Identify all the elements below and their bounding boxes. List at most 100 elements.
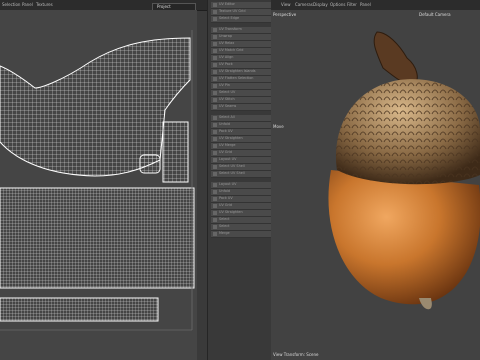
tool-item-icon [213, 225, 217, 229]
vp-menu-cameras[interactable]: Cameras [295, 2, 313, 7]
tool-list-item[interactable]: Unwrap [211, 34, 271, 41]
tool-list-item[interactable]: Pack UV [211, 196, 271, 203]
uv-shell-large [0, 187, 195, 289]
project-select-label: Project [157, 4, 171, 9]
tool-list-item[interactable]: UV Straighten [211, 210, 271, 217]
menu-item-textures[interactable]: Textures [36, 2, 53, 7]
tool-item-label: UV Merge [219, 143, 236, 147]
acorn-model [328, 31, 480, 310]
tool-item-icon [213, 49, 217, 53]
tool-item-icon [213, 165, 217, 169]
tool-item-label: UV Pack [219, 62, 233, 66]
tool-list-item[interactable]: Select UV [211, 90, 271, 97]
tool-item-icon [213, 28, 217, 32]
vp-menu-display[interactable]: Display [313, 2, 328, 7]
tool-list-item[interactable]: UV Editor [211, 2, 271, 9]
tool-item-label: UV Grid [219, 203, 232, 207]
tool-list-item[interactable]: Texture UV Grid [211, 9, 271, 16]
tool-list-item[interactable]: Pack UV [211, 129, 271, 136]
tool-list-item[interactable]: Select All [211, 115, 271, 122]
tool-list-panel: UV Editor Texture UV Grid Select Edge UV Tr… [207, 0, 273, 360]
tool-item-label: Layout UV [219, 157, 237, 161]
menu-item-selection[interactable]: Selection [2, 2, 20, 7]
tool-item-icon [213, 98, 217, 102]
tool-item-label: UV Align [219, 55, 234, 59]
tool-item-label: Select Edge [219, 16, 240, 20]
tool-item-icon [213, 70, 217, 74]
tool-list-item[interactable]: Select Edge [211, 16, 271, 23]
tool-item-icon [213, 183, 217, 187]
tool-list-item[interactable]: Layout UV [211, 182, 271, 189]
tool-item-label: Select All [219, 115, 235, 119]
tool-item-icon [213, 144, 217, 148]
tool-list-item[interactable]: Select UV Shell [211, 164, 271, 171]
tool-item-icon [213, 211, 217, 215]
tool-list-item[interactable]: Unfold [211, 122, 271, 129]
tool-item-label: UV Flatten Selection [219, 76, 254, 80]
tool-list-item[interactable]: UV Relax [211, 41, 271, 48]
tool-list-item[interactable]: Unfold [211, 189, 271, 196]
tool-list-item[interactable]: Select [211, 224, 271, 231]
tool-item-icon [213, 123, 217, 127]
uv-shell-main [0, 37, 191, 177]
tool-item-icon [213, 172, 217, 176]
tool-list-item[interactable]: Select UV Shell [211, 171, 271, 178]
tool-item-label: Pack UV [219, 129, 233, 133]
acorn-body [328, 170, 480, 305]
tool-item-label: UV Match Grid [219, 48, 244, 52]
tool-item-icon [213, 137, 217, 141]
tool-item-label: Layout UV [219, 182, 237, 186]
acorn-stem [373, 31, 418, 87]
tool-list-item[interactable]: UV Straighten [211, 136, 271, 143]
viewport-3d[interactable]: Perspective Default Camera Move View Tra… [271, 10, 480, 360]
tool-item-label: UV Editor [219, 2, 235, 6]
tool-item-label: Select UV Shell [219, 171, 245, 175]
tool-item-icon [213, 77, 217, 81]
vp-menu-panel[interactable]: Panel [360, 2, 371, 7]
tool-item-label: UV Seams [219, 104, 237, 108]
tool-list-item[interactable]: UV Grid [211, 150, 271, 157]
tool-item-icon [213, 116, 217, 120]
vp-menu-options[interactable]: Options [330, 2, 345, 7]
tool-item-icon [213, 158, 217, 162]
tool-list-item[interactable]: UV Stitch [211, 97, 271, 104]
tool-item-icon [213, 3, 217, 7]
tool-list-item[interactable]: Layout UV [211, 157, 271, 164]
tool-list-item[interactable]: UV Match Grid [211, 48, 271, 55]
tool-item-label: Select UV Shell [219, 164, 245, 168]
tool-list-item[interactable]: UV Flatten Selection [211, 76, 271, 83]
tool-item-icon [213, 151, 217, 155]
menu-item-panel[interactable]: Panel [22, 2, 33, 7]
tool-item-label: Pack UV [219, 196, 233, 200]
tool-item-icon [213, 130, 217, 134]
vp-menu-view[interactable]: View [281, 2, 291, 7]
tool-item-label: UV Relax [219, 41, 235, 45]
tool-list-item[interactable]: UV Transform [211, 27, 271, 34]
tool-list-item[interactable]: UV Merge [211, 143, 271, 150]
tool-item-icon [213, 91, 217, 95]
tool-item-label: UV Pin [219, 83, 230, 87]
tool-item-icon [213, 63, 217, 67]
tool-list-item[interactable]: UV Seams [211, 104, 271, 111]
tool-item-label: UV Straighten Islands [219, 69, 256, 73]
tool-list-item[interactable]: Merge [211, 231, 271, 238]
tool-item-icon [213, 42, 217, 46]
tool-list-item[interactable]: UV Pin [211, 83, 271, 90]
tool-list-item[interactable]: UV Grid [211, 203, 271, 210]
tool-item-icon [213, 56, 217, 60]
tool-item-icon [213, 35, 217, 39]
tool-item-icon [213, 10, 217, 14]
vp-menu-filter[interactable]: Filter [347, 2, 357, 7]
uv-shell-bottom [0, 297, 159, 322]
uv-editor-pane[interactable] [0, 10, 197, 360]
tool-item-label: Unfold [219, 189, 230, 193]
tool-list-item[interactable]: UV Pack [211, 62, 271, 69]
tool-list-item[interactable]: Select [211, 217, 271, 224]
uv-shell-strip [162, 121, 189, 183]
tool-list-item[interactable]: UV Straighten Islands [211, 69, 271, 76]
tool-item-label: Unwrap [219, 34, 233, 38]
tool-item-icon [213, 204, 217, 208]
tool-item-icon [213, 218, 217, 222]
tool-item-icon [213, 232, 217, 236]
tool-list-item[interactable]: UV Align [211, 55, 271, 62]
